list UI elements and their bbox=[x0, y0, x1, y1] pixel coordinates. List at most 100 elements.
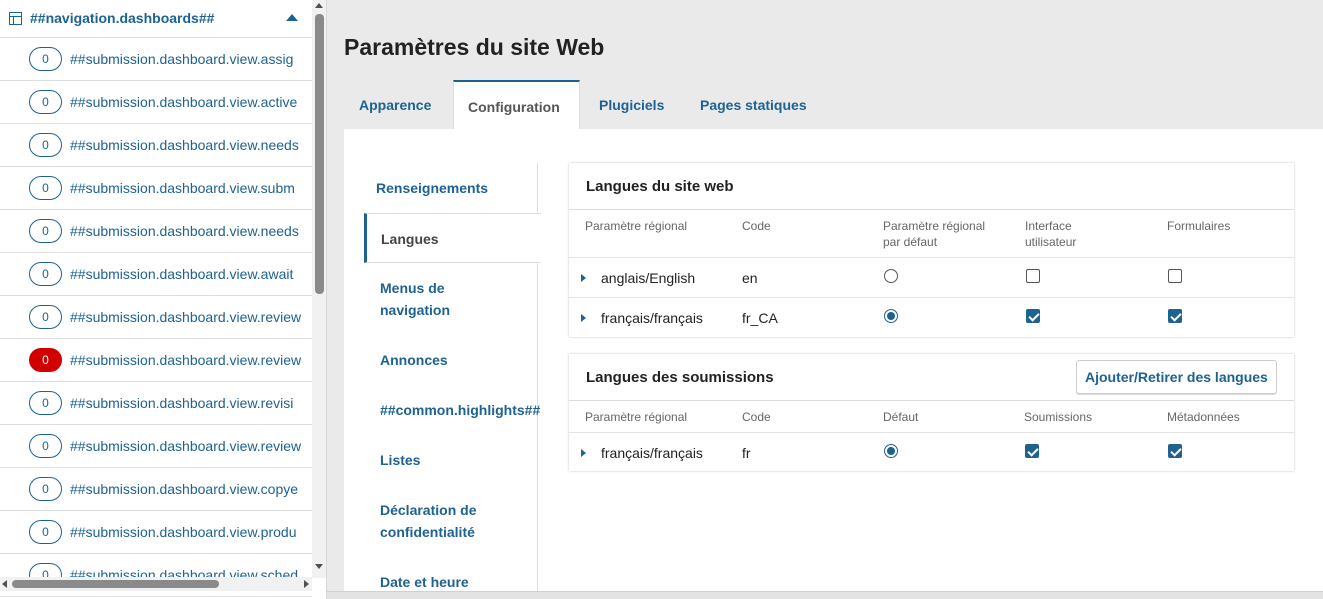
sidebar-vertical-scrollbar[interactable] bbox=[312, 0, 326, 578]
locale-code: fr bbox=[742, 445, 751, 461]
count-badge: 0 bbox=[29, 477, 62, 501]
sidebar-title: ##navigation.dashboards## bbox=[30, 10, 215, 26]
settings-subnav: Renseignements Langues Menus de navigati… bbox=[364, 163, 541, 599]
ui-locale-checkbox[interactable] bbox=[1026, 309, 1040, 323]
tab-panel: Renseignements Langues Menus de navigati… bbox=[344, 129, 1323, 599]
expand-row-icon[interactable] bbox=[581, 314, 586, 322]
default-locale-radio[interactable] bbox=[884, 309, 898, 323]
dashboard-icon bbox=[9, 12, 22, 25]
count-badge: 0 bbox=[29, 90, 62, 114]
chevron-up-icon[interactable] bbox=[286, 14, 298, 21]
column-header: Code bbox=[742, 219, 771, 233]
ui-locale-checkbox[interactable] bbox=[1026, 269, 1040, 283]
sidebar-item-label: ##submission.dashboard.view.needs bbox=[70, 137, 299, 153]
subnav-langues[interactable]: Langues bbox=[364, 213, 541, 263]
subnav-date-heure[interactable]: Date et heure bbox=[380, 571, 556, 593]
count-badge: 0 bbox=[29, 434, 62, 458]
column-header: Soumissions bbox=[1024, 410, 1093, 424]
sidebar-item-label: ##submission.dashboard.view.active bbox=[70, 94, 298, 110]
forms-locale-checkbox[interactable] bbox=[1168, 309, 1182, 323]
sidebar-item[interactable]: 0 ##submission.dashboard.view.active bbox=[0, 81, 312, 124]
count-badge: 0 bbox=[29, 219, 62, 243]
locale-code: fr_CA bbox=[742, 310, 778, 326]
tab-apparence[interactable]: Apparence bbox=[344, 80, 453, 130]
tab-pages-statiques[interactable]: Pages statiques bbox=[680, 80, 820, 130]
sidebar: ##navigation.dashboards## 0 ##submission.… bbox=[0, 0, 327, 599]
sidebar-item-label: ##submission.dashboard.view.subm bbox=[70, 180, 295, 196]
tab-plugiciels[interactable]: Plugiciels bbox=[580, 80, 680, 130]
scroll-down-icon[interactable] bbox=[315, 564, 323, 569]
sidebar-item[interactable]: 0 ##submission.dashboard.view.review bbox=[0, 425, 312, 468]
sidebar-horizontal-scrollbar[interactable] bbox=[0, 577, 312, 591]
locale-name: anglais/English bbox=[601, 270, 696, 286]
submissions-locale-checkbox[interactable] bbox=[1025, 444, 1039, 458]
sidebar-item-label: ##submission.dashboard.view.assig bbox=[70, 51, 294, 67]
table-row: anglais/English en bbox=[569, 257, 1294, 297]
expand-row-icon[interactable] bbox=[581, 274, 586, 282]
expand-row-icon[interactable] bbox=[581, 449, 586, 457]
sidebar-item-label: ##submission.dashboard.view.review bbox=[70, 309, 302, 325]
forms-locale-checkbox[interactable] bbox=[1168, 269, 1182, 283]
locale-name: français/français bbox=[601, 445, 703, 461]
locale-name: français/français bbox=[601, 310, 703, 326]
sidebar-item[interactable]: 0 ##submission.dashboard.view.needs bbox=[0, 124, 312, 167]
count-badge: 0 bbox=[29, 520, 62, 544]
subnav-declaration-confidentialite[interactable]: Déclaration de confidentialité bbox=[380, 499, 510, 543]
table-row: français/français fr bbox=[569, 432, 1294, 472]
card-title: Langues des soumissions bbox=[586, 369, 774, 386]
scrollbar-thumb[interactable] bbox=[12, 580, 219, 588]
sidebar-item[interactable]: 0 ##submission.dashboard.view.review bbox=[0, 296, 312, 339]
table-row: français/français fr_CA bbox=[569, 297, 1294, 337]
submission-languages-card: Langues des soumissions Ajouter/Retirer … bbox=[569, 354, 1294, 471]
sidebar-item[interactable]: 0 ##submission.dashboard.view.copye bbox=[0, 468, 312, 511]
metadata-locale-checkbox[interactable] bbox=[1168, 444, 1182, 458]
add-remove-languages-button[interactable]: Ajouter/Retirer des langues bbox=[1076, 360, 1277, 394]
scroll-up-icon[interactable] bbox=[315, 3, 323, 8]
sidebar-item[interactable]: 0 ##submission.dashboard.view.produ bbox=[0, 511, 312, 554]
subnav-menus-navigation[interactable]: Menus de navigation bbox=[380, 277, 500, 321]
bottom-status-bar bbox=[327, 591, 1323, 599]
subnav-highlights[interactable]: ##common.highlights## bbox=[380, 399, 580, 421]
sidebar-item-label: ##submission.dashboard.view.produ bbox=[70, 524, 297, 540]
column-header: Code bbox=[742, 410, 771, 424]
column-header: Défaut bbox=[883, 410, 919, 424]
column-header: Paramètre régional bbox=[585, 219, 688, 233]
sidebar-item-label: ##submission.dashboard.view.copye bbox=[70, 481, 299, 497]
sidebar-item[interactable]: 0 ##submission.dashboard.view.review bbox=[0, 339, 312, 382]
card-title: Langues du site web bbox=[586, 178, 734, 195]
sidebar-item[interactable]: 0 ##submission.dashboard.view.assig bbox=[0, 38, 312, 81]
tab-configuration[interactable]: Configuration bbox=[453, 80, 580, 130]
subnav-renseignements[interactable]: Renseignements bbox=[376, 177, 552, 199]
default-locale-radio[interactable] bbox=[884, 269, 898, 283]
locale-code: en bbox=[742, 270, 758, 286]
count-badge: 0 bbox=[29, 133, 62, 157]
sidebar-header[interactable]: ##navigation.dashboards## bbox=[0, 0, 312, 38]
site-languages-card: Langues du site web Paramètre régional C… bbox=[569, 163, 1294, 337]
column-header: Interface utilisateur bbox=[1025, 219, 1077, 249]
count-badge: 0 bbox=[29, 47, 62, 71]
column-header: Paramètre régional bbox=[585, 410, 688, 424]
sidebar-item-label: ##submission.dashboard.view.await bbox=[70, 266, 294, 282]
sidebar-item-label: ##submission.dashboard.view.review bbox=[70, 352, 302, 368]
sidebar-item-label: ##submission.dashboard.view.needs bbox=[70, 223, 299, 239]
count-badge: 0 bbox=[29, 305, 62, 329]
subnav-annonces[interactable]: Annonces bbox=[380, 349, 556, 371]
scroll-left-icon[interactable] bbox=[2, 580, 7, 588]
sidebar-item[interactable]: 0 ##submission.dashboard.view.subm bbox=[0, 167, 312, 210]
sidebar-item[interactable]: 0 ##submission.dashboard.view.revisi bbox=[0, 382, 312, 425]
sidebar-item[interactable]: 0 ##submission.dashboard.view.needs bbox=[0, 210, 312, 253]
sidebar-item-label: ##submission.dashboard.view.review bbox=[70, 438, 302, 454]
sidebar-list: 0 ##submission.dashboard.view.assig 0 ##sub… bbox=[0, 38, 312, 597]
sidebar-item[interactable]: 0 ##submission.dashboard.view.await bbox=[0, 253, 312, 296]
count-badge: 0 bbox=[29, 176, 62, 200]
default-locale-radio[interactable] bbox=[884, 444, 898, 458]
column-header: Métadonnées bbox=[1167, 410, 1240, 424]
page-title: Paramètres du site Web bbox=[344, 34, 605, 60]
count-badge: 0 bbox=[29, 348, 62, 372]
column-header: Formulaires bbox=[1167, 219, 1231, 233]
scrollbar-thumb[interactable] bbox=[315, 14, 324, 294]
subnav-listes[interactable]: Listes bbox=[380, 449, 556, 471]
scroll-right-icon[interactable] bbox=[304, 580, 309, 588]
column-header: Paramètre régional par défaut bbox=[883, 219, 986, 249]
sidebar-item-label: ##submission.dashboard.view.revisi bbox=[70, 395, 294, 411]
